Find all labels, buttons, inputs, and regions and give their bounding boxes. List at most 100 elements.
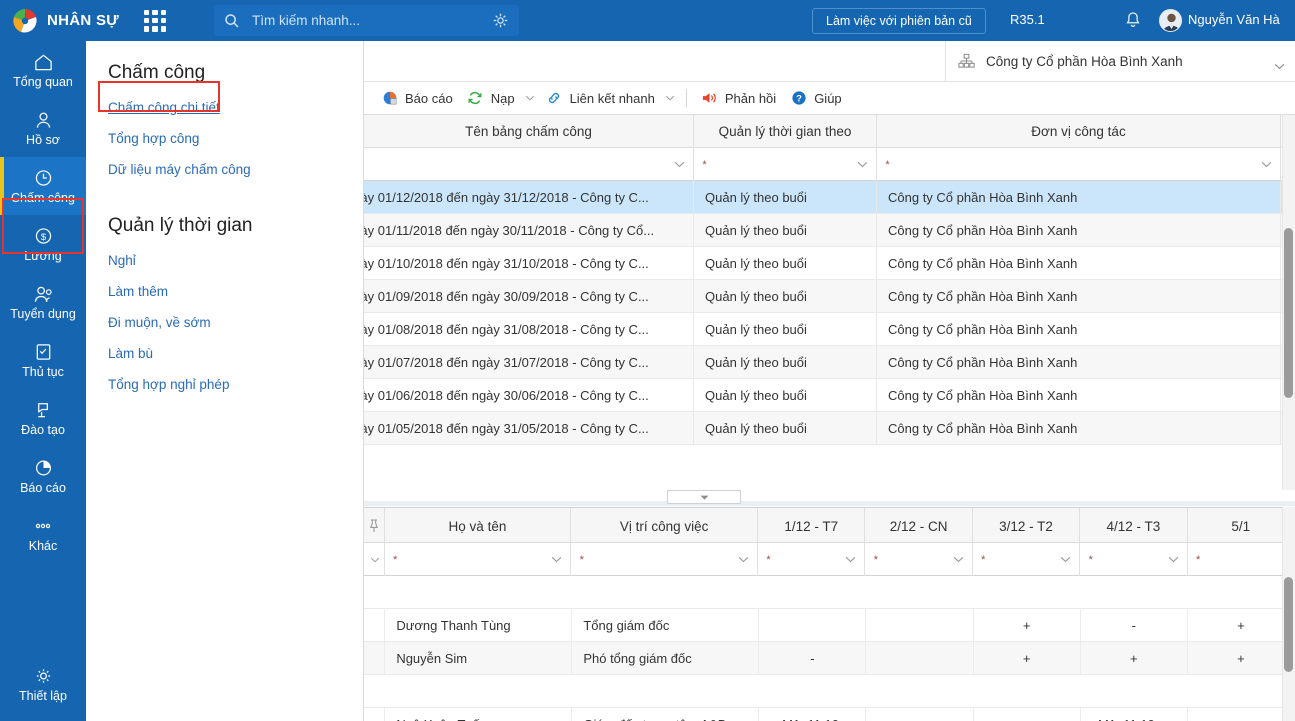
filter-operator-icon[interactable]: * (1080, 554, 1101, 566)
filter-lead[interactable] (364, 543, 385, 576)
cell-ten-bang: r ngày 01/09/2018 đến ngày 30/09/2018 - … (364, 280, 694, 313)
filter-don-vi[interactable]: * (877, 148, 1281, 181)
cell-day-2[interactable] (866, 642, 974, 675)
app-root: NHÂN SỰ Làm vi (0, 0, 1295, 721)
sidebar-item-khac[interactable]: Khác (0, 505, 86, 563)
brand[interactable]: NHÂN SỰ (0, 8, 132, 34)
column-header-ten-bang[interactable]: Tên bảng chấm công (364, 115, 694, 148)
toolbar-lien-ket-caret[interactable] (662, 85, 679, 111)
menu-link-du-lieu-may-cham-cong[interactable]: Dữ liệu máy chấm công (86, 154, 363, 185)
column-header-don-vi[interactable]: Đơn vị công tác (877, 115, 1281, 148)
table-row[interactable]: Dương Thanh Tùng Tổng giám đốc + - + (364, 609, 1295, 642)
legacy-version-button[interactable]: Làm việc với phiên bản cũ (812, 8, 986, 34)
bell-icon[interactable] (1124, 11, 1142, 30)
grid-splitter[interactable] (364, 490, 1295, 507)
menu-link-tong-hop-nghi-phep[interactable]: Tổng hợp nghỉ phép (86, 369, 363, 400)
pin-column-header[interactable] (364, 508, 385, 544)
toolbar-phan-hoi-button[interactable]: Phản hồi (694, 85, 783, 111)
org-selector[interactable]: Công ty Cổ phần Hòa Bình Xanh (945, 40, 1295, 82)
column-header-day-4[interactable]: 4/12 - T3 (1080, 508, 1188, 544)
timesheet-scrollbar-thumb[interactable] (1284, 228, 1293, 398)
column-header-quan-ly-theo[interactable]: Quản lý thời gian theo (694, 115, 877, 148)
filter-day-3[interactable]: * (973, 543, 1081, 576)
filter-operator-icon[interactable]: * (571, 554, 592, 566)
cell-day-3[interactable]: + (974, 708, 1081, 721)
menu-link-cham-cong-chi-tiet[interactable]: Chấm công chi tiết (86, 92, 363, 123)
filter-operator-icon[interactable]: * (1188, 554, 1209, 566)
quick-search[interactable] (214, 5, 519, 36)
sidebar-item-bao-cao[interactable]: Báo cáo (0, 447, 86, 505)
column-header-day-1[interactable]: 1/12 - T7 (758, 508, 866, 544)
table-row[interactable]: r ngày 01/12/2018 đến ngày 31/12/2018 - … (364, 181, 1295, 214)
sidebar-item-cham-cong[interactable]: Chấm công (0, 157, 86, 215)
toolbar-nap-button[interactable]: Nạp (460, 85, 522, 111)
chevron-down-icon[interactable] (1274, 58, 1285, 69)
toolbar-nap-caret[interactable] (522, 85, 539, 111)
table-row[interactable]: r ngày 01/05/2018 đến ngày 31/05/2018 - … (364, 412, 1295, 445)
cell-day-4[interactable]: - (1081, 609, 1188, 642)
menu-link-lam-bu[interactable]: Làm bù (86, 338, 363, 369)
cell-day-4[interactable]: M1: 11:10: + (1081, 708, 1188, 721)
filter-day-5[interactable]: * (1188, 543, 1295, 576)
filter-quan-ly-theo[interactable]: * (694, 148, 877, 181)
column-header-ho-va-ten[interactable]: Họ và tên (385, 508, 572, 544)
filter-operator-icon[interactable]: * (385, 554, 406, 566)
table-row[interactable]: Nguyễn Sim Phó tổng giám đốc - + + + (364, 642, 1295, 675)
toolbar-bao-cao-button[interactable]: Báo cáo (374, 85, 460, 111)
splitter-bar (364, 501, 1295, 506)
sidebar-item-luong[interactable]: $ Lương (0, 215, 86, 273)
filter-ten-bang[interactable] (364, 148, 694, 181)
filter-day-1[interactable]: * (758, 543, 866, 576)
detail-scrollbar-thumb[interactable] (1284, 577, 1293, 672)
filter-operator-icon[interactable]: * (973, 554, 994, 566)
splitter-collapse-button[interactable] (667, 490, 741, 504)
avatar[interactable] (1159, 9, 1182, 32)
cell-day-4[interactable]: + (1081, 642, 1188, 675)
column-header-vi-tri[interactable]: Vị trí công việc (571, 508, 759, 544)
sidebar-item-ho-so[interactable]: Hồ sơ (0, 99, 86, 157)
cell-day-3[interactable]: + (974, 609, 1081, 642)
sidebar-item-tong-quan[interactable]: Tổng quan (0, 41, 86, 99)
menu-link-di-muon-ve-som[interactable]: Đi muộn, về sớm (86, 307, 363, 338)
cell-day-1[interactable] (759, 609, 867, 642)
column-header-day-3[interactable]: 3/12 - T2 (973, 508, 1081, 544)
filter-day-4[interactable]: * (1080, 543, 1188, 576)
toolbar-lien-ket-nhanh-button[interactable]: Liên kết nhanh (539, 85, 662, 111)
cell-day-5[interactable]: + (1188, 642, 1295, 675)
filter-day-2[interactable]: * (865, 543, 973, 576)
sidebar-item-tuyen-dung[interactable]: Tuyển dụng (0, 273, 86, 331)
table-row[interactable]: r ngày 01/10/2018 đến ngày 31/10/2018 - … (364, 247, 1295, 280)
cell-day-3[interactable]: + (974, 642, 1081, 675)
sidebar-item-thiet-lap[interactable]: Thiết lập (0, 655, 86, 713)
table-row[interactable]: r ngày 01/06/2018 đến ngày 30/06/2018 - … (364, 379, 1295, 412)
column-header-day-5[interactable]: 5/1 (1188, 508, 1295, 544)
search-input[interactable] (250, 12, 492, 29)
cell-day-1[interactable]: M1: 11:10: (759, 708, 867, 721)
cell-day-1[interactable]: - (759, 642, 867, 675)
cell-day-5[interactable]: + (1188, 708, 1295, 721)
sidebar-item-thu-tuc[interactable]: Thủ tục (0, 331, 86, 389)
table-row[interactable]: r ngày 01/08/2018 đến ngày 31/08/2018 - … (364, 313, 1295, 346)
filter-operator-icon[interactable]: * (694, 159, 715, 171)
cell-day-2[interactable] (866, 609, 974, 642)
search-settings-gear-icon[interactable] (492, 12, 509, 29)
filter-vi-tri[interactable]: * (571, 543, 759, 576)
menu-link-lam-them[interactable]: Làm thêm (86, 276, 363, 307)
table-filter-row: * * (364, 148, 1295, 181)
cell-day-5[interactable]: + (1188, 609, 1295, 642)
table-row[interactable]: r ngày 01/07/2018 đến ngày 31/07/2018 - … (364, 346, 1295, 379)
sidebar-item-dao-tao[interactable]: Đào tạo (0, 389, 86, 447)
column-header-day-2[interactable]: 2/12 - CN (865, 508, 973, 544)
filter-operator-icon[interactable]: * (865, 554, 886, 566)
table-row[interactable]: r ngày 01/11/2018 đến ngày 30/11/2018 - … (364, 214, 1295, 247)
table-row[interactable]: r ngày 01/09/2018 đến ngày 30/09/2018 - … (364, 280, 1295, 313)
menu-link-tong-hop-cong[interactable]: Tổng hợp công (86, 123, 363, 154)
filter-operator-icon[interactable]: * (877, 159, 898, 171)
menu-link-nghi[interactable]: Nghỉ (86, 245, 363, 276)
table-row[interactable]: Ngô Xuân Tuấn Giám đốc trung tâm A&D M1:… (364, 708, 1295, 721)
filter-ho-va-ten[interactable]: * (385, 543, 572, 576)
apps-grid-icon[interactable] (144, 9, 166, 32)
cell-day-2[interactable] (866, 708, 974, 721)
toolbar-giup-button[interactable]: ? Giúp (783, 85, 848, 111)
filter-operator-icon[interactable]: * (758, 554, 779, 566)
